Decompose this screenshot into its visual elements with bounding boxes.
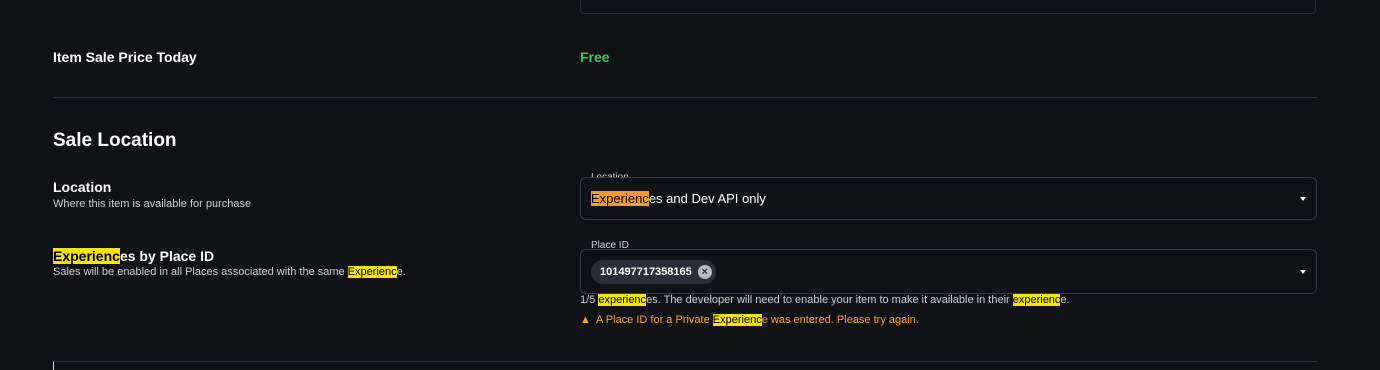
location-select-value-text: es and Dev API only [648,191,766,206]
place-id-label: Experiences by Place ID [53,248,214,264]
location-select-value: Experiences and Dev API only [591,191,766,206]
helper-pre: 1/5 [580,294,599,306]
warning-pre: A Place ID for a Private [596,314,713,326]
close-icon[interactable]: × [697,265,712,279]
place-id-description-post: e. [396,266,406,278]
price-value: Free [580,49,610,65]
page: Item Sale Price Today Free Sale Location… [0,0,1380,370]
warning-icon: ▲ [580,314,591,326]
place-id-chip: 101497717358165 × [591,260,716,284]
place-id-helper-text: 1/5 experiences. The developer will need… [580,294,1070,306]
divider [53,361,1317,362]
warning-post: e was entered. Please try again. [761,314,919,326]
place-id-description: Sales will be enabled in all Places asso… [53,266,406,278]
find-highlight: experienc [1012,294,1061,306]
helper-post: e. [1060,294,1070,306]
warning-text: A Place ID for a Private Experience was … [596,314,919,326]
divider [53,97,1317,98]
find-highlight: experienc [598,294,647,306]
find-highlight: Experienc [712,314,762,326]
place-id-label-text: es by Place ID [119,248,215,264]
price-label: Item Sale Price Today [53,49,197,65]
find-highlight: Experienc [53,248,120,264]
place-id-select[interactable]: 101497717358165 × [580,249,1317,294]
scroll-edge [53,362,54,370]
location-description: Where this item is available for purchas… [53,198,252,210]
chevron-down-icon[interactable] [1300,197,1306,201]
place-id-warning: ▲ A Place ID for a Private Experience wa… [580,314,919,326]
find-highlight-active: Experienc [591,191,649,206]
section-title: Sale Location [53,130,177,151]
place-id-description-pre: Sales will be enabled in all Places asso… [53,266,348,278]
find-highlight: Experienc [347,266,397,278]
previous-field-box[interactable] [580,0,1316,14]
chevron-down-icon[interactable] [1300,270,1306,274]
place-id-chip-value: 101497717358165 [600,266,692,278]
location-label: Location [53,179,112,195]
location-select[interactable]: Experiences and Dev API only [580,177,1317,220]
helper-mid: es. The developer will need to enable yo… [646,294,1013,306]
